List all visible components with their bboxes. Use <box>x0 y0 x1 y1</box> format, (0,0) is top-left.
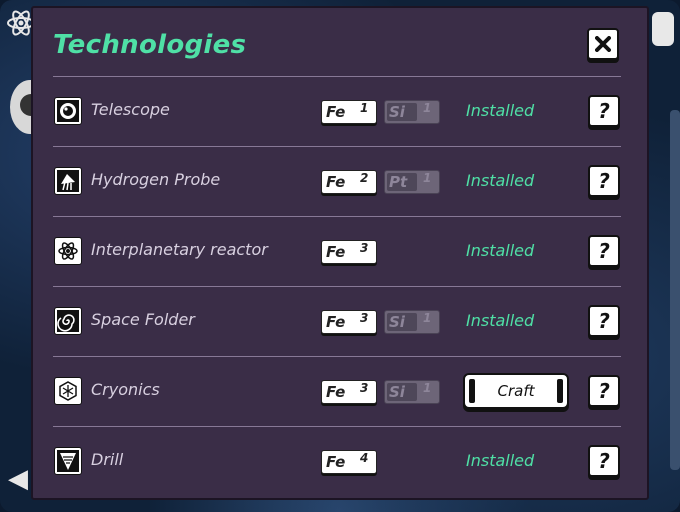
resource-fe: Fe 3 <box>321 240 377 264</box>
resource-fe: Fe 4 <box>321 450 377 474</box>
tech-name: Drill <box>91 450 124 469</box>
status-installed: Installed <box>466 451 535 470</box>
tech-row-cryonics: Cryonics Fe 3 Si 1 Craft ? <box>53 356 621 426</box>
resource-fe: Fe 2 <box>321 170 377 194</box>
tech-row-telescope: Telescope Fe 1 Si 1 Installed ? <box>53 76 621 146</box>
row-divider <box>53 286 621 287</box>
left-arrow-icon[interactable]: ◀ <box>8 462 28 496</box>
resource-si: Si 1 <box>384 100 440 124</box>
tech-name: Interplanetary reactor <box>91 240 268 259</box>
resource-fe: Fe 1 <box>321 100 377 124</box>
resource-fe: Fe 3 <box>321 380 377 404</box>
help-button[interactable]: ? <box>588 305 620 337</box>
tech-row-hydrogen-probe: Hydrogen Probe Fe 2 Pt 1 Installed ? <box>53 146 621 216</box>
status-installed: Installed <box>466 311 535 330</box>
help-button[interactable]: ? <box>588 165 620 197</box>
resource-si: Si 1 <box>384 310 440 334</box>
tech-name: Telescope <box>91 100 170 119</box>
hydrogen-probe-icon <box>54 167 82 195</box>
craft-button[interactable]: Craft <box>463 373 569 409</box>
tech-row-interplanetary-reactor: Interplanetary reactor Fe 3 Installed ? <box>53 216 621 286</box>
help-button[interactable]: ? <box>588 95 620 127</box>
row-divider <box>53 356 621 357</box>
side-button[interactable] <box>652 12 674 46</box>
tech-row-drill: Drill Fe 4 Installed ? <box>53 426 621 496</box>
status-installed: Installed <box>466 171 535 190</box>
status-installed: Installed <box>466 241 535 260</box>
row-divider <box>53 216 621 217</box>
telescope-icon <box>54 97 82 125</box>
help-button[interactable]: ? <box>588 375 620 407</box>
scrollbar[interactable] <box>670 110 680 470</box>
tech-name: Hydrogen Probe <box>91 170 221 189</box>
atom-icon <box>54 237 82 265</box>
row-divider <box>53 146 621 147</box>
help-button[interactable]: ? <box>588 445 620 477</box>
tech-name: Cryonics <box>91 380 160 399</box>
panel-title: Technologies <box>53 30 247 60</box>
tech-row-space-folder: Space Folder Fe 3 Si 1 Installed ? <box>53 286 621 356</box>
resource-fe: Fe 3 <box>321 310 377 334</box>
close-icon <box>595 36 611 52</box>
status-installed: Installed <box>466 101 535 120</box>
snowflake-icon <box>54 377 82 405</box>
help-button[interactable]: ? <box>588 235 620 267</box>
technologies-panel: Technologies Telescope Fe 1 Si 1 Install… <box>31 6 649 500</box>
tech-name: Space Folder <box>91 310 195 329</box>
drill-icon <box>54 447 82 475</box>
resource-si: Si 1 <box>384 380 440 404</box>
resource-pt: Pt 1 <box>384 170 440 194</box>
spiral-icon <box>54 307 82 335</box>
row-divider <box>53 76 621 77</box>
row-divider <box>53 426 621 427</box>
close-button[interactable] <box>587 28 619 60</box>
